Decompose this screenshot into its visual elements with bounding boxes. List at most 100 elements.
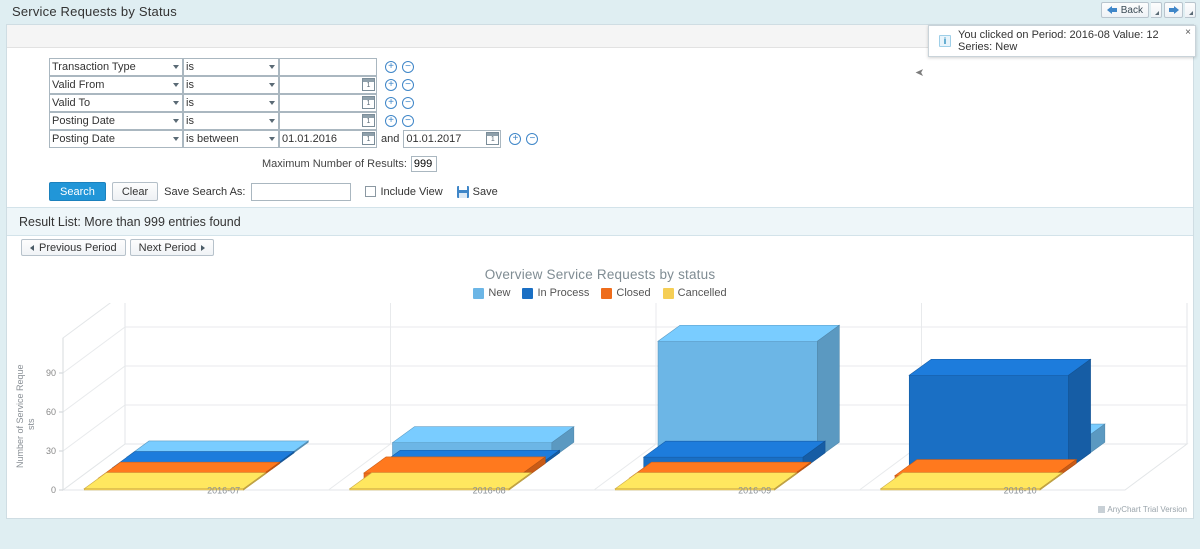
plus-circle-icon[interactable]: +	[509, 133, 522, 145]
search-actions-row: Search Clear Save Search As: Include Vie…	[49, 182, 1193, 201]
filter-date-wrapper	[279, 112, 377, 130]
clear-button[interactable]: Clear	[111, 182, 159, 201]
filter-row: Valid To is + −	[49, 94, 1193, 112]
filter-row: Posting Date is between and +	[49, 130, 1193, 148]
legend-label: New	[488, 287, 511, 299]
minus-circle-icon[interactable]: −	[402, 115, 414, 127]
svg-text:60: 60	[46, 407, 56, 417]
filter-date-wrapper	[279, 94, 377, 112]
include-view-group: Include View	[365, 185, 443, 198]
max-results-row: Maximum Number of Results:	[49, 156, 1193, 172]
watermark-icon	[1098, 506, 1106, 513]
filter-operator-select[interactable]: is	[183, 112, 279, 130]
svg-text:2016-09: 2016-09	[738, 486, 771, 496]
legend-swatch	[473, 287, 485, 299]
legend-swatch	[662, 287, 674, 299]
chart-title: Overview Service Requests by status	[484, 267, 716, 282]
filter-field-select[interactable]: Posting Date	[49, 112, 183, 130]
svg-text:2016-10: 2016-10	[1004, 486, 1037, 496]
message-popup: × i You clicked on Period: 2016-08 Value…	[928, 25, 1196, 57]
previous-period-label: Previous Period	[39, 241, 117, 254]
svg-text:30: 30	[46, 446, 56, 456]
svg-text:0: 0	[51, 485, 56, 495]
filter-value-input[interactable]	[279, 58, 377, 76]
filter-operator-wrapper: is	[183, 94, 279, 112]
legend-swatch	[601, 287, 613, 299]
include-view-label: Include View	[380, 185, 443, 198]
filter-field-wrapper: Valid To	[49, 94, 183, 112]
minus-circle-icon[interactable]: −	[526, 133, 539, 145]
legend-item-cancelled[interactable]: Cancelled	[662, 287, 727, 299]
filter-field-wrapper: Transaction Type	[49, 58, 183, 76]
calendar-icon[interactable]	[362, 114, 375, 127]
save-button[interactable]: Save	[456, 185, 498, 198]
plus-circle-icon[interactable]: +	[385, 97, 397, 109]
calendar-icon[interactable]	[362, 96, 375, 109]
filter-operator-wrapper: is between	[183, 130, 279, 148]
max-results-label: Maximum Number of Results:	[262, 158, 407, 170]
minus-circle-icon[interactable]: −	[402, 97, 414, 109]
minus-circle-icon[interactable]: −	[402, 61, 414, 73]
chart-plot-area[interactable]: 0 30 60 90 2016-07 2016-08 2016-09 2016-10 Numbe…	[7, 303, 1193, 518]
period-navigation-bar: Previous Period Next Period	[7, 236, 1193, 258]
filter-field-select[interactable]: Posting Date	[49, 130, 183, 148]
max-results-input[interactable]	[410, 156, 437, 172]
result-list-header: Result List: More than 999 entries found	[7, 207, 1193, 236]
filter-field-select[interactable]: Valid To	[49, 94, 183, 112]
filter-field-select[interactable]: Transaction Type	[49, 58, 183, 76]
search-form: Transaction Type is + − Valid From is 1 …	[7, 48, 1193, 207]
legend-item-closed[interactable]: Closed	[601, 287, 651, 299]
svg-text:sts: sts	[26, 418, 36, 430]
filter-operator-select[interactable]: is	[183, 76, 279, 94]
triangle-right-icon	[201, 244, 206, 251]
back-button[interactable]: Back	[1100, 2, 1149, 18]
filter-row: Transaction Type is + −	[49, 58, 1193, 76]
chart-legend: New In Process Closed Cancelled	[7, 287, 1193, 299]
svg-text:90: 90	[46, 368, 56, 378]
close-icon[interactable]: ×	[1185, 27, 1191, 38]
calendar-icon[interactable]	[362, 78, 375, 91]
filter-operator-select[interactable]: is between	[183, 130, 279, 148]
title-bar: Service Requests by Status Back	[0, 0, 1200, 24]
filter-operator-select[interactable]: is	[183, 58, 279, 76]
legend-label: Closed	[616, 287, 651, 299]
arrow-left-icon	[1106, 5, 1118, 15]
legend-label: In Process	[537, 287, 590, 299]
search-button[interactable]: Search	[49, 182, 106, 201]
minus-circle-icon[interactable]: −	[402, 79, 414, 91]
forward-button[interactable]	[1164, 2, 1183, 18]
filter-field-wrapper: Valid From	[49, 76, 183, 94]
legend-label: Cancelled	[677, 287, 727, 299]
svg-text:2016-07: 2016-07	[207, 486, 240, 496]
filter-field-select[interactable]: Valid From	[49, 76, 183, 94]
back-history-dropdown[interactable]	[1151, 2, 1162, 18]
floppy-disk-icon	[456, 185, 469, 198]
filter-operator-select[interactable]: is	[183, 94, 279, 112]
filter-operator-wrapper: is	[183, 58, 279, 76]
watermark-label: AnyChart Trial Version	[1107, 505, 1187, 514]
filter-field-wrapper: Posting Date	[49, 112, 183, 130]
arrow-right-icon	[1168, 5, 1179, 15]
content-panel: ➤ i (1) ⚙ Transaction Type is	[6, 24, 1194, 519]
between-and-label: and	[381, 133, 400, 145]
previous-period-button[interactable]: Previous Period	[21, 239, 126, 256]
svg-text:Number of Service Reque: Number of Service Reque	[15, 364, 25, 468]
filter-date-wrapper	[279, 130, 377, 148]
mouse-cursor-icon: ➤	[914, 67, 924, 79]
calendar-icon[interactable]	[362, 132, 375, 145]
save-button-label: Save	[472, 185, 498, 198]
legend-item-in-process[interactable]: In Process	[522, 287, 589, 299]
filter-operator-wrapper: is	[183, 112, 279, 130]
legend-item-new[interactable]: New	[473, 287, 510, 299]
forward-history-dropdown[interactable]	[1185, 2, 1196, 18]
include-view-checkbox[interactable]	[365, 186, 377, 197]
save-search-input[interactable]	[251, 182, 352, 201]
plus-circle-icon[interactable]: +	[385, 61, 397, 73]
calendar-icon[interactable]	[486, 132, 500, 145]
filter-operator-wrapper: is	[183, 76, 279, 94]
plus-circle-icon[interactable]: +	[385, 115, 397, 127]
next-period-button[interactable]: Next Period	[129, 239, 215, 256]
chart-container: Overview Service Requests by status New …	[7, 258, 1193, 518]
message-popup-text: You clicked on Period: 2016-08 Value: 12…	[958, 29, 1159, 53]
plus-circle-icon[interactable]: +	[385, 79, 397, 91]
